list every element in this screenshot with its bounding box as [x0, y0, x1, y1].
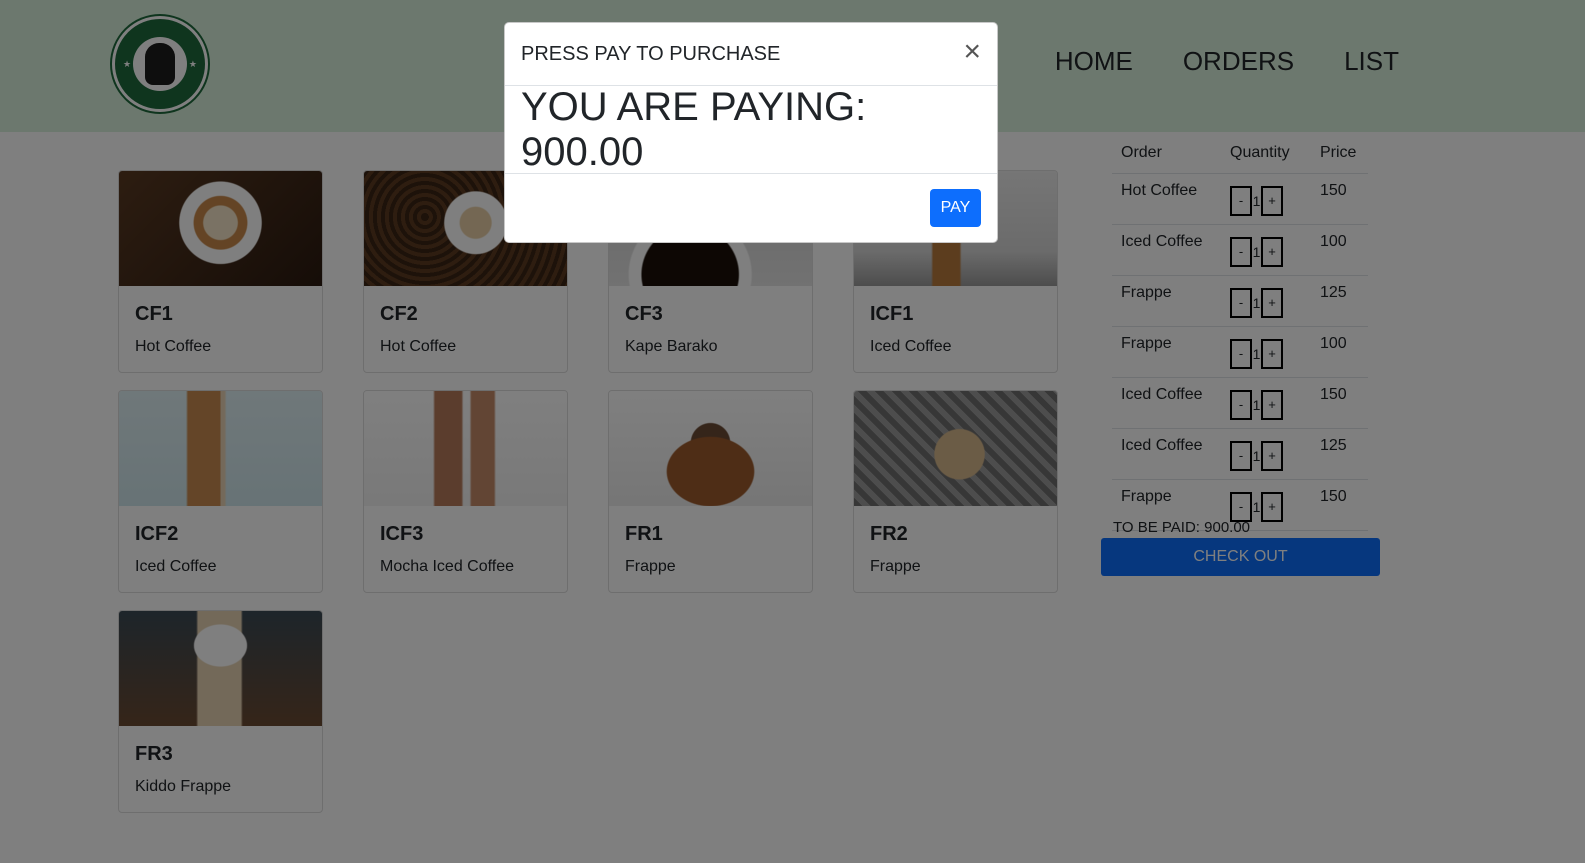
modal-footer: PAY: [505, 174, 997, 242]
pay-button[interactable]: PAY: [930, 189, 981, 227]
paying-amount-text: YOU ARE PAYING: 900.00: [521, 84, 867, 174]
modal-body: YOU ARE PAYING: 900.00: [505, 84, 997, 174]
close-icon[interactable]: ×: [963, 37, 981, 67]
modal-title: PRESS PAY TO PURCHASE: [521, 42, 781, 65]
payment-modal: PRESS PAY TO PURCHASE × YOU ARE PAYING: …: [504, 22, 998, 243]
modal-header: PRESS PAY TO PURCHASE ×: [505, 23, 997, 86]
